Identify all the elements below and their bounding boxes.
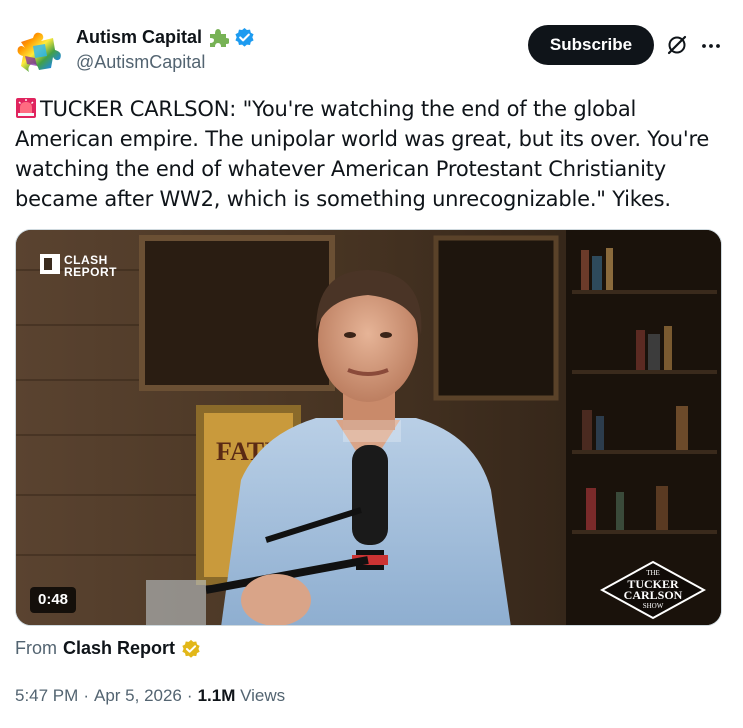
source-name-link[interactable]: Clash Report — [63, 638, 175, 659]
author-name-row: Autism Capital — [76, 26, 255, 48]
post-text: TUCKER CARLSON: "You're watching the end… — [15, 97, 710, 211]
post-meta-row: 5:47 PM · Apr 5, 2026 · 1.1M Views — [15, 686, 285, 706]
attribution-row: From Clash Report — [15, 638, 201, 659]
author-handle[interactable]: @AutismCapital — [76, 52, 205, 73]
post-time[interactable]: 5:47 PM — [15, 686, 78, 706]
clash-report-watermark: CLASH REPORT — [42, 254, 117, 278]
views-count: 1.1M — [197, 686, 236, 705]
gold-verified-badge-icon[interactable] — [181, 639, 201, 659]
tucker-carlson-show-text: THE TUCKER CARLSON SHOW — [600, 568, 706, 612]
more-icon[interactable] — [701, 36, 721, 56]
puzzle-piece-icon — [210, 29, 230, 47]
rainbow-puzzle-avatar-icon — [17, 32, 61, 72]
siren-icon — [16, 98, 36, 118]
subscribe-button[interactable]: Subscribe — [528, 25, 654, 65]
badge-line-3: CARLSON — [623, 588, 683, 602]
meta-separator-2: · — [186, 686, 193, 705]
post-date[interactable]: Apr 5, 2026 — [94, 686, 182, 706]
views-label: Views — [240, 686, 286, 705]
video-duration: 0:48 — [30, 587, 77, 613]
display-name[interactable]: Autism Capital — [76, 27, 202, 48]
post-text-container: TUCKER CARLSON: "You're watching the end… — [15, 94, 730, 214]
verified-badge-icon[interactable] — [234, 27, 255, 48]
grok-icon[interactable] — [666, 34, 688, 56]
video-player[interactable]: FATI CLASH REPORT THE TUCKER CARLSON SHO… — [15, 229, 722, 626]
from-label: From — [15, 638, 57, 658]
meta-separator-1: · — [83, 686, 89, 705]
watermark-line-2: REPORT — [64, 265, 118, 279]
badge-line-4: SHOW — [642, 602, 664, 610]
post-header: Autism Capital @AutismCapital Subscribe — [0, 0, 743, 80]
avatar[interactable] — [15, 26, 65, 76]
